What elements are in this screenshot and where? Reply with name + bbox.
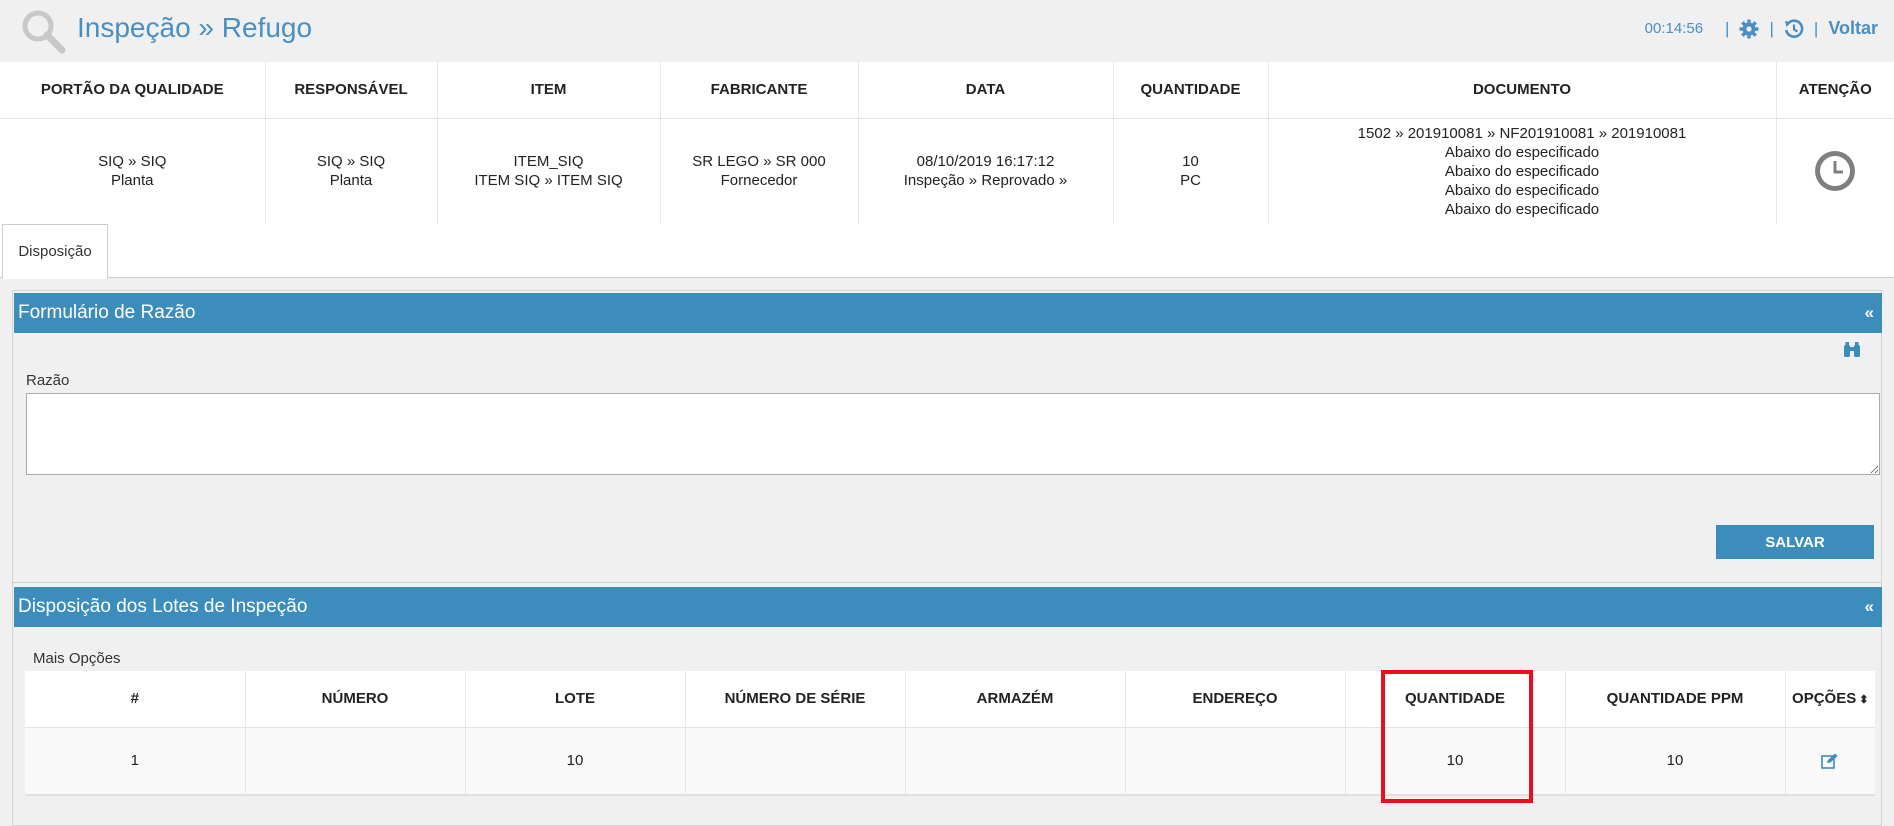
cell-line: SR LEGO » SR 000: [692, 153, 826, 171]
info-header-row: PORTÃO DA QUALIDADE RESPONSÁVEL ITEM FAB…: [0, 62, 1894, 119]
quantidade-cell: 10: [1345, 727, 1566, 794]
col-header: DATA: [858, 62, 1114, 119]
cell-line: Abaixo do especificado: [1444, 162, 1600, 180]
row-number: 1: [25, 727, 246, 794]
divider: [12, 582, 1882, 583]
col-header: PORTÃO DA QUALIDADE: [0, 62, 266, 119]
tab-bar: Disposição: [0, 224, 1894, 279]
tab-disposicao[interactable]: Disposição: [2, 224, 108, 279]
cell-line: SIQ » SIQ: [98, 153, 167, 171]
attention-cell: [1776, 118, 1894, 224]
page-title: Inspeção » Refugo: [77, 12, 313, 43]
col-header: FABRICANTE: [660, 62, 859, 119]
options-header[interactable]: OPÇÕES ⬍: [1785, 671, 1875, 728]
collapse-button[interactable]: «: [1865, 597, 1874, 617]
separator: |: [1725, 18, 1730, 38]
options-cell: [1785, 727, 1875, 794]
session-timer: 00:14:56: [1644, 20, 1704, 37]
col-header-label: OPÇÕES: [1792, 690, 1857, 708]
gear-icon[interactable]: [1739, 19, 1759, 39]
cell-line: Planta: [110, 172, 154, 190]
separator: |: [1769, 18, 1774, 38]
manufacturer-cell: SR LEGO » SR 000 Fornecedor: [660, 118, 859, 224]
col-header: ATENÇÃO: [1776, 62, 1894, 119]
cell-line: 08/10/2019 16:17:12: [916, 153, 1055, 171]
col-header[interactable]: NÚMERO: [245, 671, 466, 728]
binoculars-icon[interactable]: [1843, 342, 1861, 358]
cell-line: ITEM SIQ » ITEM SIQ: [474, 172, 623, 190]
cell-line: Abaixo do especificado: [1444, 143, 1600, 161]
cell-line: Abaixo do especificado: [1444, 181, 1600, 199]
back-link[interactable]: Voltar: [1828, 18, 1878, 39]
col-header[interactable]: QUANTIDADE: [1345, 671, 1566, 728]
col-header: ITEM: [437, 62, 661, 119]
col-header[interactable]: QUANTIDADE PPM: [1565, 671, 1786, 728]
table-row: 1 10 10 10: [25, 727, 1875, 794]
quantity-cell: 10 PC: [1113, 118, 1269, 224]
document-cell: 1502 » 201910081 » NF201910081 » 2019100…: [1268, 118, 1777, 224]
item-cell: ITEM_SIQ ITEM SIQ » ITEM SIQ: [437, 118, 661, 224]
lots-table-wrapper: # NÚMERO LOTE NÚMERO DE SÉRIE ARMAZÉM EN…: [25, 671, 1875, 794]
clock-icon: [1815, 151, 1856, 192]
col-header: QUANTIDADE: [1113, 62, 1269, 119]
quality-gate-cell: SIQ » SIQ Planta: [0, 118, 266, 224]
top-bar: Inspeção » Refugo 00:14:56 | | | Voltar: [0, 0, 1894, 62]
serie-cell: [685, 727, 906, 794]
col-header[interactable]: ARMAZÉM: [905, 671, 1126, 728]
endereco-cell: [1125, 727, 1346, 794]
panel-title: Formulário de Razão: [18, 302, 196, 323]
ppm-cell: 10: [1565, 727, 1786, 794]
responsible-cell: SIQ » SIQ Planta: [265, 118, 438, 224]
edit-icon[interactable]: [1821, 753, 1839, 770]
numero-cell: [245, 727, 466, 794]
info-table: PORTÃO DA QUALIDADE RESPONSÁVEL ITEM FAB…: [0, 62, 1894, 224]
reason-form-header: Formulário de Razão «: [14, 293, 1882, 333]
table-bottom-line: [25, 794, 1875, 796]
col-header: RESPONSÁVEL: [265, 62, 438, 119]
lots-header-row: # NÚMERO LOTE NÚMERO DE SÉRIE ARMAZÉM EN…: [25, 671, 1875, 728]
col-header[interactable]: LOTE: [465, 671, 686, 728]
date-cell: 08/10/2019 16:17:12 Inspeção » Reprovado…: [858, 118, 1114, 224]
collapse-button[interactable]: «: [1865, 303, 1874, 323]
separator: |: [1813, 18, 1819, 38]
col-header[interactable]: NÚMERO DE SÉRIE: [685, 671, 906, 728]
more-options-link[interactable]: Mais Opções: [33, 650, 121, 667]
cell-line: 1502 » 201910081 » NF201910081 » 2019100…: [1357, 124, 1687, 142]
armazem-cell: [905, 727, 1126, 794]
cell-line: SIQ » SIQ: [316, 153, 386, 171]
info-row: SIQ » SIQ Planta SIQ » SIQ Planta ITEM_S…: [0, 118, 1894, 224]
cell-line: Abaixo do especificado: [1444, 200, 1600, 218]
lots-panel-header: Disposição dos Lotes de Inspeção «: [14, 587, 1882, 627]
cell-line: Inspeção » Reprovado »: [903, 172, 1068, 190]
inspection-info: PORTÃO DA QUALIDADE RESPONSÁVEL ITEM FAB…: [0, 62, 1894, 224]
cell-line: Planta: [329, 172, 373, 190]
lots-table: # NÚMERO LOTE NÚMERO DE SÉRIE ARMAZÉM EN…: [25, 671, 1875, 794]
search-icon: [22, 10, 66, 54]
col-header[interactable]: ENDEREÇO: [1125, 671, 1346, 728]
reason-field[interactable]: [26, 393, 1880, 475]
cell-line: PC: [1180, 172, 1201, 190]
col-header[interactable]: #: [25, 671, 246, 728]
col-header: DOCUMENTO: [1268, 62, 1777, 119]
sort-icon[interactable]: ⬍: [1859, 694, 1868, 706]
reason-label: Razão: [26, 372, 70, 389]
lote-cell: 10: [465, 727, 686, 794]
header-actions: 00:14:56 | | | Voltar: [1645, 18, 1878, 39]
cell-line: 10: [1182, 153, 1199, 171]
cell-line: ITEM_SIQ: [513, 153, 584, 171]
history-icon[interactable]: [1784, 18, 1804, 39]
panel-title: Disposição dos Lotes de Inspeção: [18, 596, 308, 617]
cell-line: Fornecedor: [720, 172, 798, 190]
save-button[interactable]: SALVAR: [1716, 525, 1874, 559]
